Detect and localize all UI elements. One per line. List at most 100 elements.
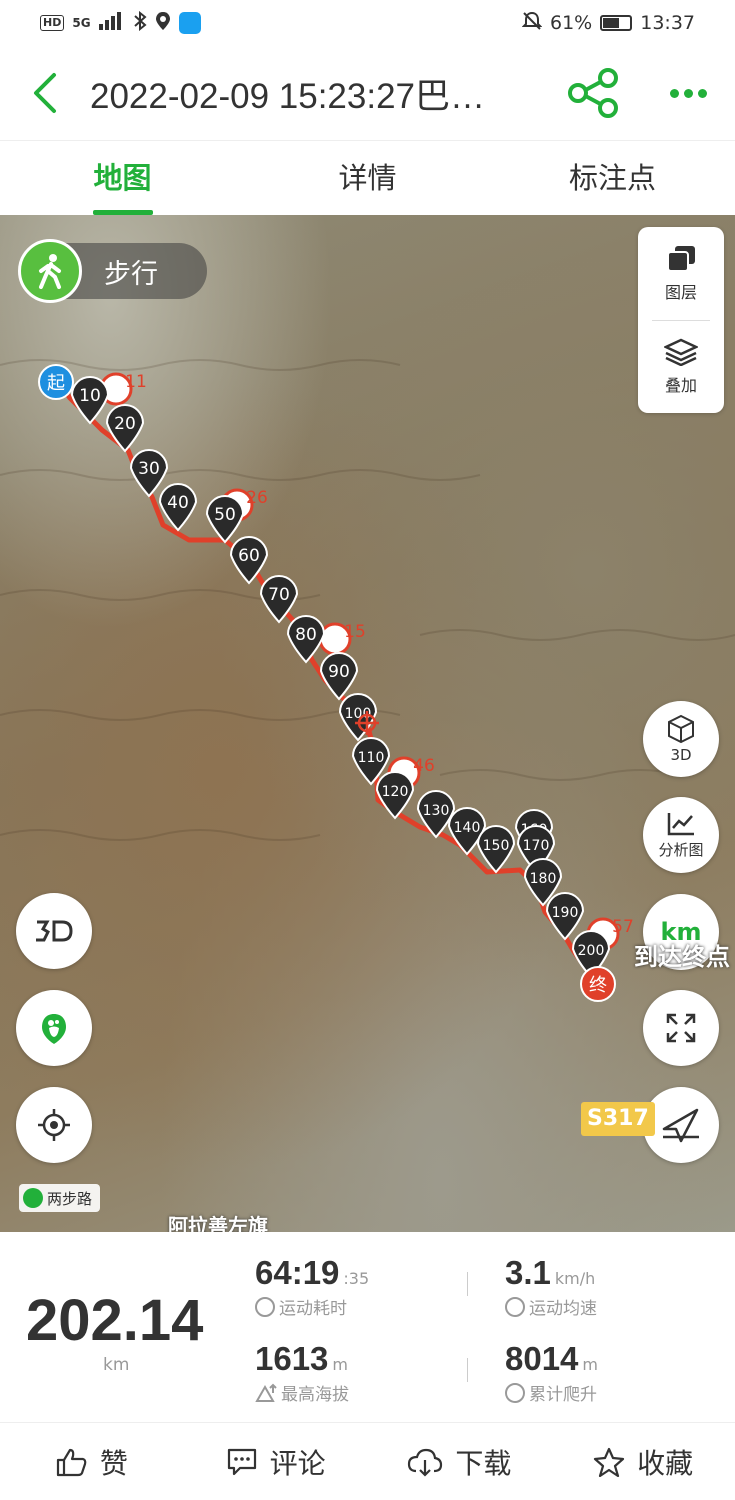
km-marker[interactable]: 90 <box>319 652 359 701</box>
layers-button[interactable]: 图层 <box>638 227 724 320</box>
waypoint-count: 57 <box>612 917 634 937</box>
max-altitude-unit: m <box>332 1355 349 1374</box>
like-label: 赞 <box>99 1446 128 1480</box>
avg-speed-label: 运动均速 <box>529 1299 597 1319</box>
km-marker-label: 60 <box>238 546 260 566</box>
tab-map[interactable]: 地图 <box>0 141 245 215</box>
total-distance-unit: km <box>103 1355 130 1375</box>
km-marker[interactable]: 10 <box>70 376 110 425</box>
tab-bar: 地图 详情 标注点 <box>0 140 735 215</box>
overlay-button[interactable]: 叠加 <box>638 320 724 413</box>
sport-mode-label: 步行 <box>104 258 158 290</box>
map-logo: 两步路 <box>19 1184 101 1212</box>
avg-speed-unit: km/h <box>554 1269 596 1288</box>
km-marker-label: 50 <box>214 505 236 525</box>
map-view[interactable]: 11 26 15 46 57 10 20 30 40 50 60 70 80 90 100 110 120 130… <box>0 215 735 1232</box>
km-marker[interactable]: 80 <box>286 615 326 664</box>
max-altitude-label: 最高海拔 <box>281 1385 349 1405</box>
km-marker-label: 180 <box>530 871 557 887</box>
duration-stat: 64:19:35 运动耗时 <box>255 1254 369 1319</box>
km-marker[interactable]: 50 <box>205 495 245 544</box>
tab-waypoints[interactable]: 标注点 <box>490 141 735 215</box>
more-dot-icon <box>697 88 707 98</box>
km-marker[interactable]: 20 <box>105 404 145 453</box>
page-title: 2022-02-09 15:23:27巴… <box>90 76 485 116</box>
stats-panel: 202.14 km 64:19:35 运动耗时 3.1 km/h 运动均速 161… <box>0 1232 735 1422</box>
comment-button[interactable]: 评论 <box>184 1423 368 1500</box>
cube-icon <box>668 714 694 744</box>
route-overlay: 1126154657102030405060708090100110120130… <box>0 359 735 1002</box>
layers-label: 图层 <box>664 282 697 302</box>
km-marker-label: 110 <box>358 750 385 766</box>
map-logo-text: 两步路 <box>47 1189 93 1208</box>
km-marker-label: 140 <box>454 820 481 836</box>
3d-text-icon <box>36 920 73 942</box>
paper-plane-icon <box>662 1108 699 1143</box>
more-dot-icon <box>683 88 693 98</box>
download-button[interactable]: 下载 <box>368 1423 552 1500</box>
climb-icon <box>505 1382 525 1403</box>
avg-speed-value: 3.1 <box>505 1254 551 1291</box>
download-label: 下载 <box>455 1446 512 1480</box>
total-climb-value: 8014 <box>505 1340 579 1377</box>
km-marker-label: 150 <box>483 838 510 854</box>
bluetooth-icon <box>133 10 147 36</box>
layer-panel: 图层 叠加 <box>638 227 724 413</box>
total-distance: 202.14 <box>26 1288 204 1353</box>
end-marker[interactable]: 终 <box>580 966 616 1002</box>
star-icon <box>594 1447 625 1477</box>
waypoint-count: 15 <box>344 622 366 642</box>
stat-divider <box>467 1272 468 1296</box>
km-marker-label: 130 <box>423 803 450 819</box>
3d-view-label: 3D <box>670 746 692 764</box>
duration-seconds: :35 <box>343 1269 370 1288</box>
total-climb-label: 累计爬升 <box>529 1385 597 1405</box>
km-marker[interactable]: 40 <box>158 483 198 532</box>
logo-icon <box>23 1188 43 1208</box>
altitude-stat: 1613 m 最高海拔 <box>255 1340 349 1405</box>
3d-terrain-button[interactable] <box>16 893 92 969</box>
more-button[interactable] <box>660 68 716 118</box>
analysis-chart-button[interactable]: 分析图 <box>643 797 719 873</box>
battery-percent: 61% <box>550 12 593 34</box>
locate-me-button[interactable] <box>16 1087 92 1163</box>
avg-speed-stat: 3.1 km/h 运动均速 <box>505 1254 597 1319</box>
km-marker[interactable]: 30 <box>129 449 169 498</box>
search-app-icon <box>178 12 201 34</box>
waypoint-count: 11 <box>125 372 147 392</box>
favorite-button[interactable]: 收藏 <box>551 1423 735 1500</box>
stopwatch-icon <box>255 1296 275 1317</box>
km-marker-label: 10 <box>79 386 101 406</box>
km-marker-label: 190 <box>552 905 579 921</box>
fullscreen-button[interactable] <box>643 990 719 1066</box>
km-marker[interactable]: 190 <box>545 892 585 941</box>
km-marker-label: 30 <box>138 459 160 479</box>
overlay-label: 叠加 <box>664 375 697 395</box>
clock: 13:37 <box>640 12 695 34</box>
footprint-icon <box>42 1014 66 1044</box>
location-icon <box>155 11 171 36</box>
share-button[interactable] <box>566 68 622 118</box>
cloud-download-icon <box>408 1448 443 1477</box>
comment-icon <box>227 1448 256 1475</box>
start-marker[interactable]: 起 <box>38 364 74 400</box>
walking-icon <box>18 239 82 303</box>
km-marker[interactable]: 120 <box>375 771 415 820</box>
layers-square-icon <box>667 245 695 272</box>
end-label: 到达终点 <box>634 943 730 971</box>
km-marker[interactable]: 60 <box>229 536 269 585</box>
back-button[interactable] <box>0 46 90 140</box>
mountain-icon <box>255 1383 277 1402</box>
like-button[interactable]: 赞 <box>0 1423 184 1500</box>
place-label: 阿拉善左旗 <box>168 1214 268 1232</box>
footprint-button[interactable] <box>16 990 92 1066</box>
end-marker-label: 终 <box>589 975 607 996</box>
layer-divider <box>652 320 710 321</box>
favorite-label: 收藏 <box>637 1446 694 1480</box>
sport-mode-indicator[interactable]: 步行 <box>18 239 207 303</box>
hd-badge: HD <box>40 15 65 31</box>
max-altitude-value: 1613 <box>255 1340 329 1377</box>
tab-details[interactable]: 详情 <box>245 141 490 215</box>
3d-view-button[interactable]: 3D <box>643 701 719 777</box>
header: 2022-02-09 15:23:27巴… <box>0 46 735 140</box>
